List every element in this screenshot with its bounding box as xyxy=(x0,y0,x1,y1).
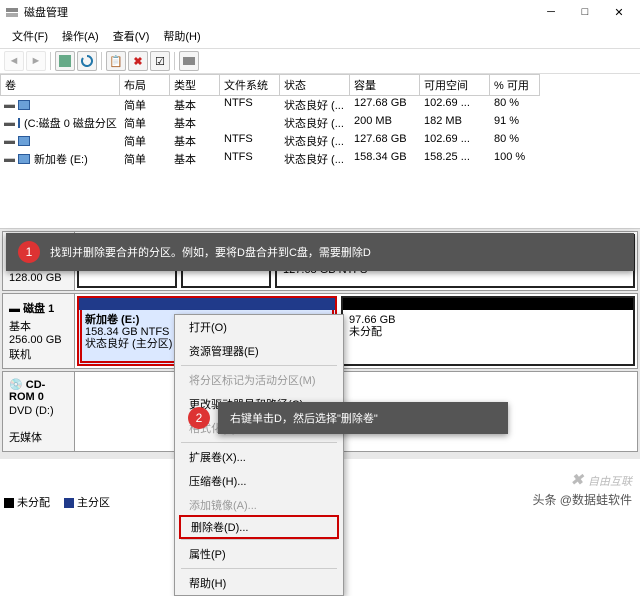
col-volume[interactable]: 卷 xyxy=(0,74,120,96)
volume-row[interactable]: ▬ 简单基本NTFS状态良好 (...127.68 GB102.69 ...80… xyxy=(0,96,640,114)
toolbar-icon[interactable]: 📋 xyxy=(106,51,126,71)
disk-label: 💿 CD-ROM 0 DVD (D:) 无媒体 xyxy=(3,372,75,451)
menu-shrink[interactable]: 压缩卷(H)... xyxy=(175,469,343,493)
volume-icon xyxy=(18,154,30,164)
app-icon xyxy=(4,4,20,20)
credit: 头条 @数据蛙软件 xyxy=(532,491,632,508)
col-size[interactable]: 容量 xyxy=(350,74,420,96)
refresh-button[interactable] xyxy=(77,51,97,71)
col-pct[interactable]: % 可用 xyxy=(490,74,540,96)
delete-button[interactable]: ✖ xyxy=(128,51,148,71)
legend-swatch-unalloc xyxy=(4,498,14,508)
menu-properties[interactable]: 属性(P) xyxy=(175,542,343,566)
back-button: ◄ xyxy=(4,51,24,71)
col-type[interactable]: 类型 xyxy=(170,74,220,96)
legend-swatch-primary xyxy=(64,498,74,508)
menu-help[interactable]: 帮助(H) xyxy=(157,26,206,46)
window-title: 磁盘管理 xyxy=(24,4,534,20)
watermark: ✖ 自由互联 xyxy=(570,470,632,490)
separator xyxy=(181,539,337,540)
legend: 未分配 主分区 xyxy=(4,494,110,510)
toolbar: ◄ ► 📋 ✖ ☑ xyxy=(0,48,640,74)
expand-icon[interactable]: ▬ xyxy=(4,135,14,147)
expand-icon[interactable]: ▬ xyxy=(4,117,14,129)
menu-mirror: 添加镜像(A)... xyxy=(175,493,343,517)
col-status[interactable]: 状态 xyxy=(280,74,350,96)
volume-row[interactable]: ▬ 简单基本NTFS状态良好 (...127.68 GB102.69 ...80… xyxy=(0,132,640,150)
separator xyxy=(181,442,337,443)
step-badge-2: 2 xyxy=(188,407,210,429)
separator xyxy=(181,365,337,366)
menu-mark-active: 将分区标记为活动分区(M) xyxy=(175,368,343,392)
disk-label: ▬ 磁盘 1 基本 256.00 GB 联机 xyxy=(3,294,75,368)
expand-icon[interactable]: ▬ xyxy=(4,99,14,111)
volume-row[interactable]: ▬(C:磁盘 0 磁盘分区 1) 简单基本状态良好 (...200 MB182 … xyxy=(0,114,640,132)
callout-1: 1 找到并删除要合并的分区。例如，要将D盘合并到C盘，需要删除D xyxy=(6,233,634,271)
menu-action[interactable]: 操作(A) xyxy=(56,26,105,46)
menu-open[interactable]: 打开(O) xyxy=(175,315,343,339)
column-headers: 卷 布局 类型 文件系统 状态 容量 可用空间 % 可用 xyxy=(0,74,640,96)
separator xyxy=(50,52,51,70)
toolbar-icon[interactable] xyxy=(179,51,199,71)
col-layout[interactable]: 布局 xyxy=(120,74,170,96)
col-fs[interactable]: 文件系统 xyxy=(220,74,280,96)
callout-2: 2 右键单击D，然后选择"删除卷" xyxy=(218,402,508,434)
volume-row[interactable]: ▬新加卷 (E:) 简单基本NTFS状态良好 (...158.34 GB158.… xyxy=(0,150,640,168)
context-menu: 打开(O) 资源管理器(E) 将分区标记为活动分区(M) 更改驱动器号和路径(C… xyxy=(174,314,344,596)
col-free[interactable]: 可用空间 xyxy=(420,74,490,96)
partition-unallocated[interactable]: 97.66 GB未分配 xyxy=(341,296,635,366)
menu-extend[interactable]: 扩展卷(X)... xyxy=(175,445,343,469)
menu-file[interactable]: 文件(F) xyxy=(6,26,54,46)
minimize-button[interactable]: ─ xyxy=(534,1,568,23)
close-button[interactable]: ✕ xyxy=(602,1,636,23)
separator xyxy=(101,52,102,70)
menubar: 文件(F) 操作(A) 查看(V) 帮助(H) xyxy=(0,24,640,48)
toolbar-icon[interactable] xyxy=(55,51,75,71)
volume-icon xyxy=(18,118,20,128)
volume-list[interactable]: 卷 布局 类型 文件系统 状态 容量 可用空间 % 可用 ▬ 简单基本NTFS状… xyxy=(0,74,640,229)
maximize-button[interactable]: □ xyxy=(568,1,602,23)
menu-help[interactable]: 帮助(H) xyxy=(175,571,343,595)
volume-icon xyxy=(18,100,30,110)
step-badge-1: 1 xyxy=(18,241,40,263)
expand-icon[interactable]: ▬ xyxy=(4,153,14,165)
separator xyxy=(174,52,175,70)
menu-explorer[interactable]: 资源管理器(E) xyxy=(175,339,343,363)
toolbar-icon[interactable]: ☑ xyxy=(150,51,170,71)
separator xyxy=(181,568,337,569)
volume-icon xyxy=(18,136,30,146)
menu-delete-volume[interactable]: 删除卷(D)... xyxy=(179,515,339,539)
forward-button: ► xyxy=(26,51,46,71)
menu-view[interactable]: 查看(V) xyxy=(107,26,156,46)
